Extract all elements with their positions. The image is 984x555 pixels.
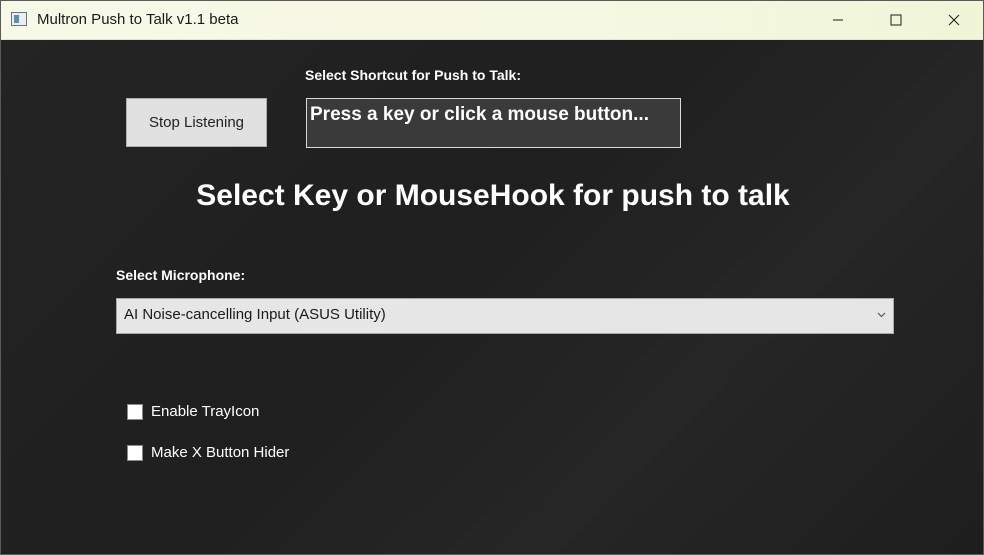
- x-button-hider-option[interactable]: Make X Button Hider: [127, 444, 289, 461]
- window-title: Multron Push to Talk v1.1 beta: [37, 11, 239, 28]
- chevron-down-icon: [877, 312, 886, 318]
- app-icon: [11, 12, 27, 26]
- shortcut-label: Select Shortcut for Push to Talk:: [305, 67, 521, 83]
- minimize-button[interactable]: [809, 1, 867, 39]
- app-window: Multron Push to Talk v1.1 beta Select Sh…: [0, 0, 984, 555]
- tray-icon-checkbox[interactable]: [127, 403, 143, 420]
- close-icon: [948, 14, 960, 26]
- tray-icon-label: Enable TrayIcon: [151, 403, 260, 420]
- x-button-hider-checkbox[interactable]: [127, 444, 143, 461]
- shortcut-display[interactable]: Press a key or click a mouse button...: [306, 98, 681, 148]
- page-headline: Select Key or MouseHook for push to talk: [196, 179, 790, 212]
- microphone-label: Select Microphone:: [116, 267, 246, 283]
- x-button-hider-label: Make X Button Hider: [151, 444, 290, 461]
- microphone-selected-value: AI Noise-cancelling Input (ASUS Utility): [124, 306, 386, 323]
- maximize-button[interactable]: [867, 1, 925, 39]
- close-button[interactable]: [925, 1, 983, 39]
- stop-listening-button[interactable]: Stop Listening: [126, 98, 267, 147]
- microphone-select[interactable]: AI Noise-cancelling Input (ASUS Utility): [116, 298, 894, 334]
- tray-icon-option[interactable]: Enable TrayIcon: [127, 403, 259, 420]
- title-bar: Multron Push to Talk v1.1 beta: [1, 1, 983, 40]
- maximize-icon: [890, 14, 902, 26]
- minimize-icon: [833, 19, 843, 21]
